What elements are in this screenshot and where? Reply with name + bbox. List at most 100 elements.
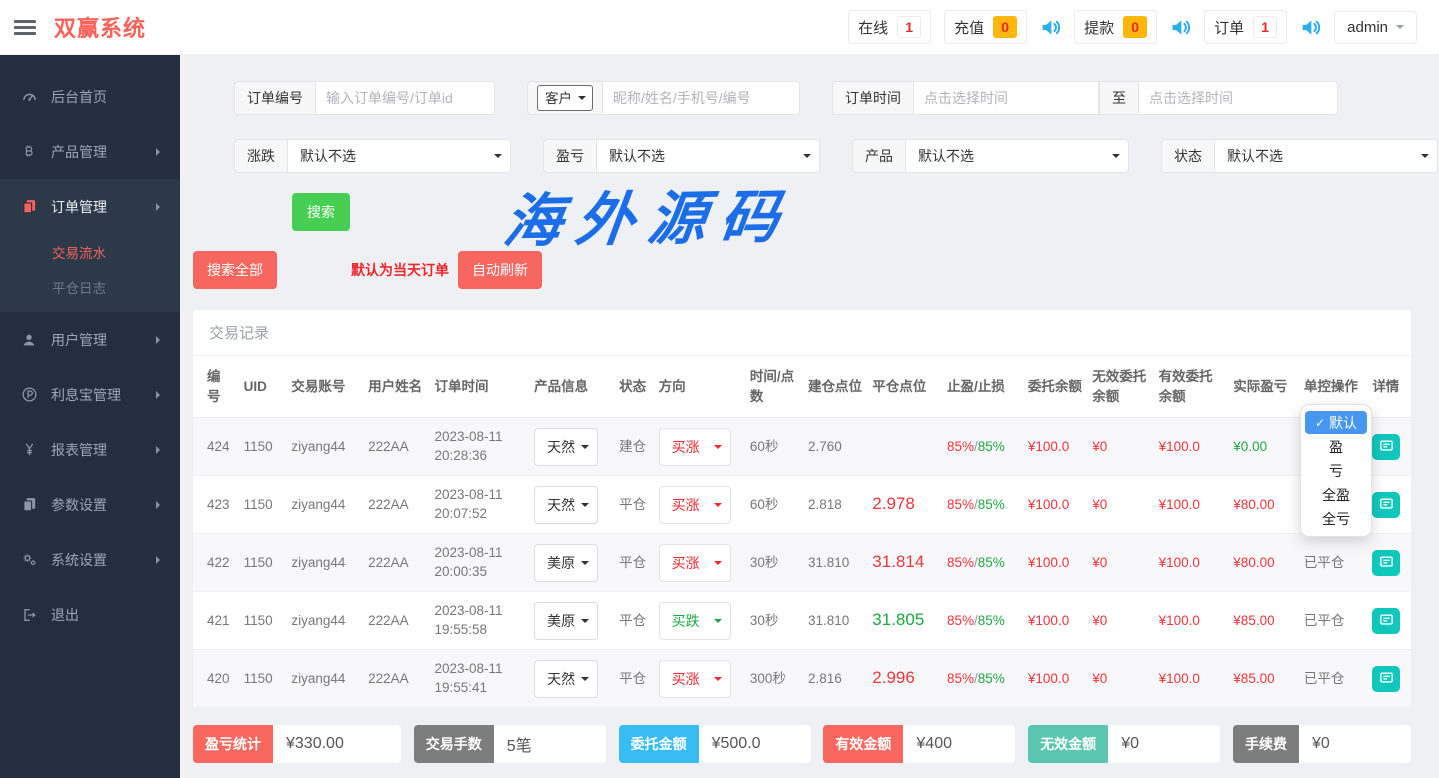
control-menu-option[interactable]: ✓默认	[1305, 411, 1367, 434]
control-menu-option[interactable]: 全亏	[1305, 507, 1367, 530]
cell-duration: 60秒	[745, 418, 803, 476]
product-select[interactable]: 天然气	[534, 660, 598, 698]
cell-uid: 1150	[239, 650, 287, 708]
cell-username: 222AA	[363, 650, 429, 708]
summary-bar: 盈亏统计 ¥330.00交易手数 5笔委托金额 ¥500.0有效金额 ¥400无…	[193, 725, 1411, 763]
product-select[interactable]: 美原油	[534, 602, 598, 640]
search-all-button[interactable]: 搜索全部	[193, 251, 277, 289]
sidebar-item-label: 后台首页	[51, 87, 107, 107]
sidebar-item-label: 产品管理	[51, 142, 107, 162]
order-no-input[interactable]	[315, 81, 495, 115]
column-header: 方向	[654, 356, 745, 418]
direction-select[interactable]: 买涨	[659, 660, 731, 698]
customer-keyword-input[interactable]	[602, 81, 800, 115]
customer-type-select[interactable]: 客户	[537, 85, 593, 111]
profit-filter-select[interactable]: 默认不选	[596, 139, 820, 173]
sidebar-subitem-trade-flow[interactable]: 交易流水	[0, 234, 180, 269]
chevron-right-icon	[156, 501, 164, 509]
product-select[interactable]: 天然气	[534, 428, 598, 466]
sidebar-item-label: 订单管理	[51, 197, 107, 217]
today-note: 默认为当天订单	[351, 260, 449, 280]
control-menu-option[interactable]: 全盈	[1305, 483, 1367, 506]
customer-filter: 客户	[527, 81, 800, 115]
sidebar-item-home[interactable]: 后台首页	[0, 69, 180, 124]
sidebar-item-params[interactable]: 参数设置	[0, 477, 180, 532]
time-from-input[interactable]	[913, 81, 1099, 115]
detail-button[interactable]	[1372, 434, 1400, 460]
cell-order-time: 2023-08-1120:07:52	[430, 476, 530, 534]
summary-label: 委托金额	[619, 725, 699, 763]
chevron-right-icon	[156, 203, 164, 211]
sidebar-item-interest[interactable]: 利息宝管理	[0, 367, 180, 422]
cell-status: 平仓	[614, 476, 653, 534]
orders-icon	[20, 198, 38, 215]
sidebar-item-system[interactable]: 系统设置	[0, 532, 180, 587]
order-time-label: 订单时间	[832, 81, 913, 115]
app-logo: 双赢系统	[54, 11, 146, 43]
direction-select[interactable]: 买涨	[659, 486, 731, 524]
cell-order-time: 2023-08-1120:28:36	[430, 418, 530, 476]
direction-select[interactable]: 买涨	[659, 428, 731, 466]
stat-count: 1	[1253, 16, 1277, 38]
auto-refresh-button[interactable]: 自动刷新	[458, 251, 542, 289]
detail-button[interactable]	[1372, 608, 1400, 634]
hamburger-menu-icon[interactable]	[14, 17, 36, 38]
cell-control: 已平仓	[1299, 534, 1367, 592]
control-menu-option[interactable]: 亏	[1305, 459, 1367, 482]
orders-table: 编号UID交易账号用户姓名订单时间产品信息状态方向时间/点数建仓点位平仓点位止盈…	[193, 356, 1411, 708]
table-row: 421 1150 ziyang44 222AA 2023-08-1119:55:…	[193, 592, 1411, 650]
control-menu-option[interactable]: 盈	[1305, 435, 1367, 458]
sidebar-item-products[interactable]: 产品管理	[0, 124, 180, 179]
sidebar-item-reports[interactable]: 报表管理	[0, 422, 180, 477]
detail-button[interactable]	[1372, 492, 1400, 518]
cell-order-time: 2023-08-1119:55:58	[430, 592, 530, 650]
cell-close-point	[867, 418, 942, 476]
updown-filter-label: 涨跌	[234, 139, 287, 173]
updown-filter-select[interactable]: 默认不选	[287, 139, 511, 173]
product-select[interactable]: 天然气	[534, 486, 598, 524]
speaker-icon[interactable]	[1170, 17, 1191, 38]
sidebar-item-logout[interactable]: 退出	[0, 587, 180, 642]
time-to-input[interactable]	[1138, 81, 1338, 115]
status-filter-select[interactable]: 默认不选	[1214, 139, 1438, 173]
column-header: 产品信息	[529, 356, 614, 418]
speaker-icon[interactable]	[1040, 17, 1061, 38]
control-option-label: 全亏	[1322, 509, 1350, 529]
cell-entrust: ¥100.0	[1023, 650, 1087, 708]
direction-select[interactable]: 买涨	[659, 544, 731, 582]
cell-order-id: 423	[193, 476, 239, 534]
search-button[interactable]: 搜索	[292, 193, 350, 231]
main-content: 订单编号 客户 订单时间 至 涨跌 默认不选盈亏 默认不选产品 默认不选状态 默…	[180, 55, 1439, 778]
sidebar-item-users[interactable]: 用户管理	[0, 312, 180, 367]
detail-button[interactable]	[1372, 550, 1400, 576]
detail-button[interactable]	[1372, 666, 1400, 692]
sidebar-subitem-label: 交易流水	[52, 242, 106, 262]
chevron-right-icon	[156, 446, 164, 454]
direction-select[interactable]: 买跌	[659, 602, 731, 640]
cell-close-point: 31.814	[867, 534, 942, 592]
summary-label: 有效金额	[823, 725, 903, 763]
detail-icon	[1379, 438, 1394, 456]
cell-valid-entrust: ¥100.0	[1154, 418, 1229, 476]
product-filter-select[interactable]: 默认不选	[905, 139, 1129, 173]
trade-records-panel: 交易记录 编号UID交易账号用户姓名订单时间产品信息状态方向时间/点数建仓点位平…	[193, 310, 1411, 708]
speaker-icon[interactable]	[1300, 17, 1321, 38]
order-time-filter: 订单时间 至	[832, 81, 1338, 115]
admin-username: admin	[1347, 19, 1388, 36]
table-row: 424 1150 ziyang44 222AA 2023-08-1120:28:…	[193, 418, 1411, 476]
cell-close-point: 2.978	[867, 476, 942, 534]
stat-label: 充值	[954, 17, 984, 38]
status-filter-label: 状态	[1161, 139, 1214, 173]
dashboard-icon	[20, 88, 38, 105]
product-select[interactable]: 美原油	[534, 544, 598, 582]
cell-order-id: 420	[193, 650, 239, 708]
admin-user-menu[interactable]: admin	[1334, 11, 1417, 44]
sidebar-subitem-label: 平仓日志	[52, 277, 106, 297]
sidebar-item-orders[interactable]: 订单管理	[0, 179, 180, 234]
sidebar-subitem-close-log[interactable]: 平仓日志	[0, 269, 180, 304]
control-option-label: 默认	[1329, 413, 1357, 433]
cell-uid: 1150	[239, 418, 287, 476]
column-header: 编号	[193, 356, 239, 418]
profit-filter-label: 盈亏	[543, 139, 596, 173]
product-filter-label: 产品	[852, 139, 905, 173]
